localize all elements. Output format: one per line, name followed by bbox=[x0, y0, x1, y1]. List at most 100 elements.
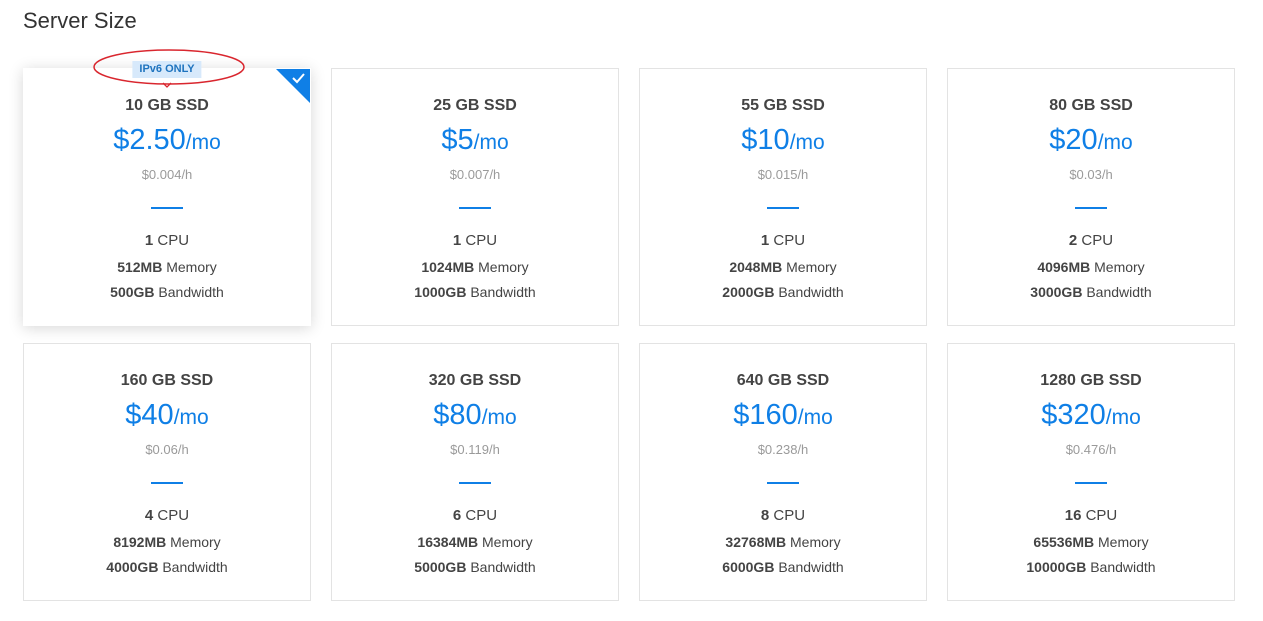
plan-hourly-price: $0.238/h bbox=[757, 442, 809, 457]
cpu-count: 4 bbox=[144, 507, 154, 524]
plan-hourly-price: $0.119/h bbox=[450, 442, 500, 457]
bandwidth-label: Bandwidth bbox=[470, 284, 536, 300]
bandwidth-amount: 5000GB bbox=[414, 559, 467, 575]
plan-hourly-price: $0.004/h bbox=[141, 167, 193, 182]
plan-card-1280gb[interactable]: 1280 GB SSD $320/mo $0.476/h 16 CPU 6553… bbox=[947, 343, 1235, 601]
plan-cpu: 16 CPU bbox=[948, 507, 1234, 525]
memory-label: Memory bbox=[170, 534, 221, 550]
server-size-page: Server Size IPv6 ONLY 10 GB SSD $2.50/mo… bbox=[0, 0, 1263, 621]
plan-divider bbox=[151, 482, 183, 484]
plan-cpu: 6 CPU bbox=[332, 507, 618, 525]
cpu-label: CPU bbox=[465, 232, 498, 249]
plan-hourly-price: $0.06/h bbox=[145, 442, 189, 457]
plan-card-80gb[interactable]: 80 GB SSD $20/mo $0.03/h 2 CPU 4096MB Me… bbox=[947, 68, 1235, 326]
price-amount: $160 bbox=[733, 399, 798, 431]
bandwidth-amount: 500GB bbox=[110, 284, 155, 300]
cpu-label: CPU bbox=[157, 232, 190, 249]
cpu-label: CPU bbox=[157, 507, 190, 524]
price-unit: /mo bbox=[789, 131, 825, 154]
price-amount: $10 bbox=[741, 124, 790, 156]
memory-label: Memory bbox=[1094, 259, 1145, 275]
plan-card-25gb[interactable]: 25 GB SSD $5/mo $0.007/h 1 CPU 1024MB Me… bbox=[331, 68, 619, 326]
price-unit: /mo bbox=[473, 131, 509, 154]
memory-amount: 16384MB bbox=[417, 534, 479, 550]
cpu-count: 16 bbox=[1064, 507, 1082, 524]
plan-price: $160/mo bbox=[640, 399, 926, 436]
memory-label: Memory bbox=[478, 259, 529, 275]
memory-amount: 512MB bbox=[117, 259, 163, 275]
memory-amount: 32768MB bbox=[725, 534, 787, 550]
price-unit: /mo bbox=[185, 131, 221, 154]
memory-amount: 2048MB bbox=[729, 259, 783, 275]
plan-divider bbox=[1075, 482, 1107, 484]
plan-price: $40/mo bbox=[24, 399, 310, 436]
cpu-label: CPU bbox=[773, 507, 806, 524]
plan-storage: 640 GB SSD bbox=[736, 372, 830, 389]
plan-cpu: 1 CPU bbox=[332, 232, 618, 250]
price-unit: /mo bbox=[797, 406, 833, 429]
plan-cpu: 2 CPU bbox=[948, 232, 1234, 250]
plan-divider bbox=[151, 207, 183, 209]
plan-cpu: 4 CPU bbox=[24, 507, 310, 525]
plan-hourly-price: $0.015/h bbox=[757, 167, 809, 182]
memory-amount: 4096MB bbox=[1037, 259, 1091, 275]
bandwidth-label: Bandwidth bbox=[778, 559, 844, 575]
price-unit: /mo bbox=[481, 406, 517, 429]
section-title: Server Size bbox=[23, 8, 137, 33]
plan-price: $10/mo bbox=[640, 124, 926, 161]
plan-cpu: 1 CPU bbox=[24, 232, 310, 250]
plan-bandwidth: 5000GB Bandwidth bbox=[332, 558, 618, 576]
plan-hourly-price: $0.007/h bbox=[449, 167, 501, 182]
plan-card-160gb[interactable]: 160 GB SSD $40/mo $0.06/h 4 CPU 8192MB M… bbox=[23, 343, 311, 601]
plan-divider bbox=[767, 207, 799, 209]
plan-bandwidth: 3000GB Bandwidth bbox=[948, 283, 1234, 301]
cpu-count: 2 bbox=[1068, 232, 1078, 249]
cpu-count: 1 bbox=[144, 232, 154, 249]
price-amount: $2.50 bbox=[113, 124, 186, 156]
bandwidth-label: Bandwidth bbox=[162, 559, 228, 575]
bandwidth-label: Bandwidth bbox=[1086, 284, 1152, 300]
plan-card-55gb[interactable]: 55 GB SSD $10/mo $0.015/h 1 CPU 2048MB M… bbox=[639, 68, 927, 326]
plan-card-320gb[interactable]: 320 GB SSD $80/mo $0.119/h 6 CPU 16384MB… bbox=[331, 343, 619, 601]
plan-storage: 80 GB SSD bbox=[1049, 97, 1133, 114]
plan-storage: 1280 GB SSD bbox=[1040, 372, 1142, 389]
memory-amount: 1024MB bbox=[421, 259, 475, 275]
plan-bandwidth: 500GB Bandwidth bbox=[24, 283, 310, 301]
plan-divider bbox=[767, 482, 799, 484]
memory-label: Memory bbox=[1098, 534, 1149, 550]
cpu-label: CPU bbox=[1085, 507, 1118, 524]
plan-divider bbox=[1075, 207, 1107, 209]
bandwidth-amount: 4000GB bbox=[106, 559, 159, 575]
bandwidth-amount: 10000GB bbox=[1026, 559, 1087, 575]
cpu-label: CPU bbox=[1081, 232, 1114, 249]
plan-memory: 65536MB Memory bbox=[948, 533, 1234, 551]
plan-divider bbox=[459, 207, 491, 209]
price-unit: /mo bbox=[1097, 131, 1133, 154]
bandwidth-amount: 3000GB bbox=[1030, 284, 1083, 300]
plan-memory: 16384MB Memory bbox=[332, 533, 618, 551]
plan-price: $320/mo bbox=[948, 399, 1234, 436]
memory-label: Memory bbox=[482, 534, 533, 550]
plan-card-640gb[interactable]: 640 GB SSD $160/mo $0.238/h 8 CPU 32768M… bbox=[639, 343, 927, 601]
plan-storage: 10 GB SSD bbox=[125, 97, 209, 114]
plan-price: $80/mo bbox=[332, 399, 618, 436]
bandwidth-amount: 2000GB bbox=[722, 284, 775, 300]
memory-label: Memory bbox=[166, 259, 217, 275]
bandwidth-amount: 6000GB bbox=[722, 559, 775, 575]
plan-memory: 4096MB Memory bbox=[948, 258, 1234, 276]
memory-label: Memory bbox=[786, 259, 837, 275]
selected-check-icon bbox=[276, 69, 310, 103]
bandwidth-label: Bandwidth bbox=[1090, 559, 1156, 575]
plan-memory: 2048MB Memory bbox=[640, 258, 926, 276]
plan-price: $5/mo bbox=[332, 124, 618, 161]
plan-bandwidth: 1000GB Bandwidth bbox=[332, 283, 618, 301]
plan-bandwidth: 4000GB Bandwidth bbox=[24, 558, 310, 576]
plan-storage: 55 GB SSD bbox=[741, 97, 825, 114]
plan-grid: IPv6 ONLY 10 GB SSD $2.50/mo $0.004/h 1 … bbox=[23, 49, 1236, 601]
plan-price: $2.50/mo bbox=[24, 124, 310, 161]
cpu-count: 1 bbox=[760, 232, 770, 249]
plan-card-10gb[interactable]: IPv6 ONLY 10 GB SSD $2.50/mo $0.004/h 1 … bbox=[23, 49, 311, 326]
memory-amount: 8192MB bbox=[113, 534, 167, 550]
cpu-label: CPU bbox=[465, 507, 498, 524]
price-amount: $80 bbox=[433, 399, 482, 431]
